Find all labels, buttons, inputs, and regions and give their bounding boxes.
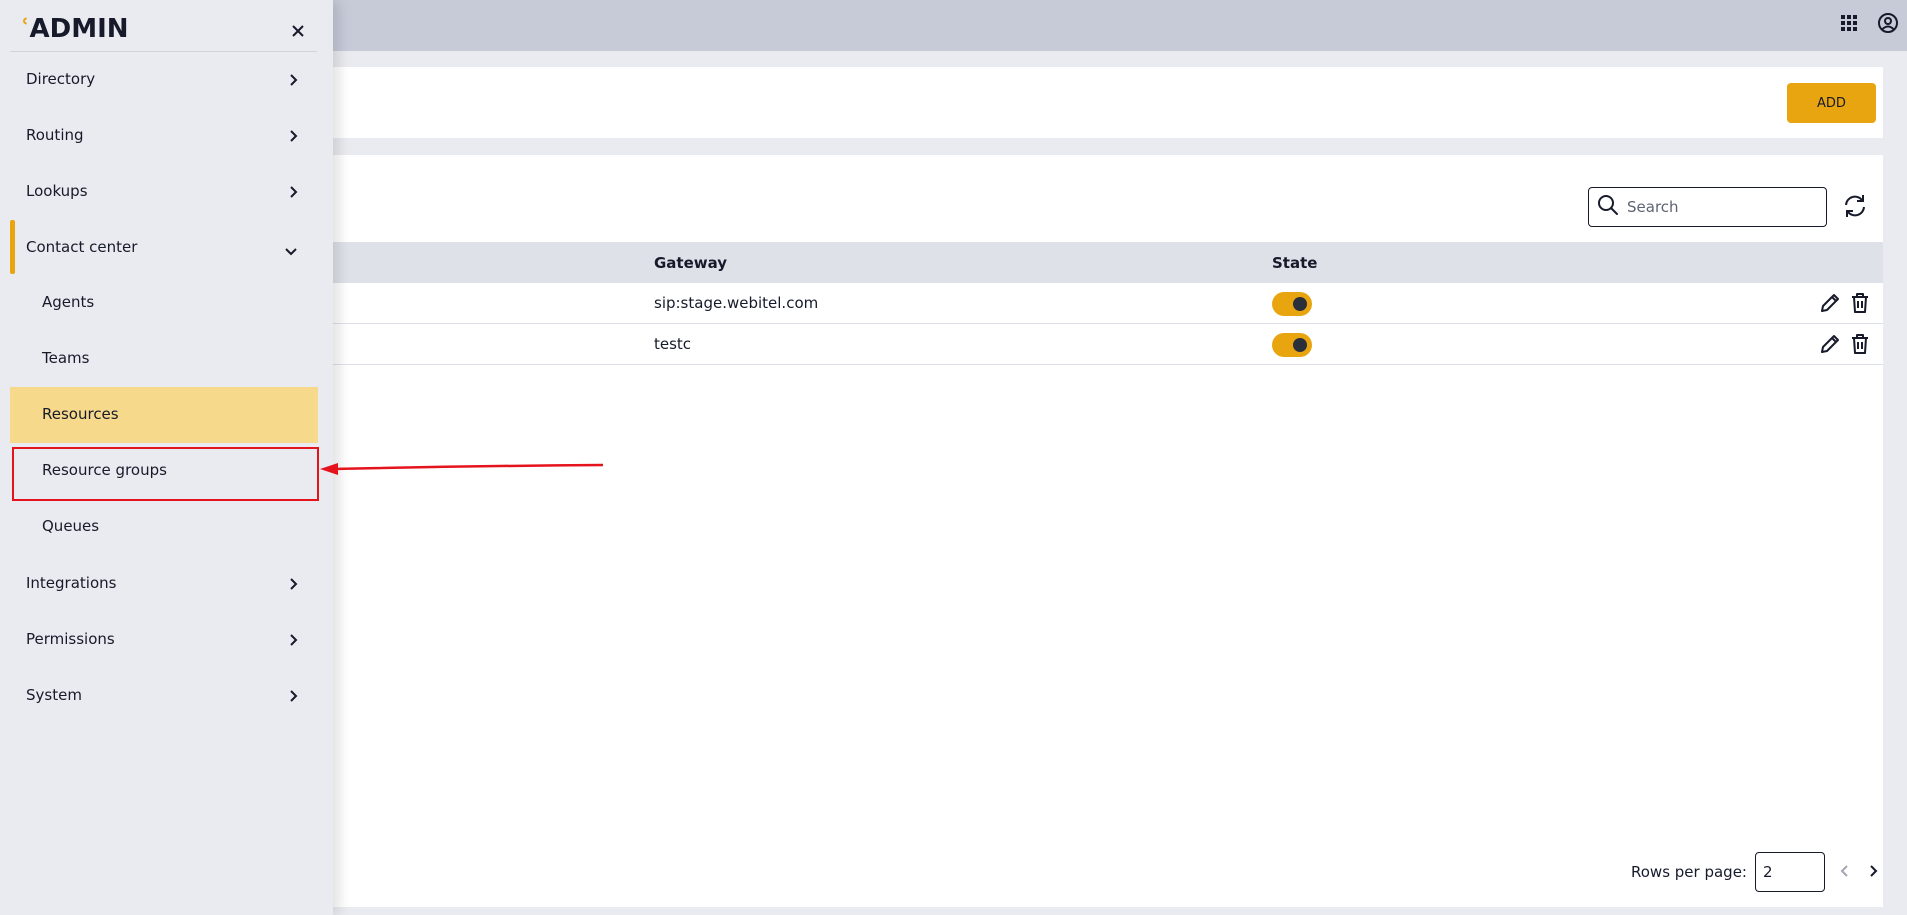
column-gateway[interactable]: Gateway xyxy=(654,254,727,272)
sidebar-item-label: Lookups xyxy=(26,182,88,200)
logo-mark: ʿ xyxy=(20,14,30,44)
sidebar-item-label: Integrations xyxy=(26,574,117,592)
actions-panel: ADD xyxy=(333,67,1883,138)
pagination: Rows per page: xyxy=(1631,852,1879,892)
chevron-left-icon[interactable] xyxy=(1839,863,1851,882)
rows-per-page-label: Rows per page: xyxy=(1631,863,1747,881)
sidebar-subitem-label: Queues xyxy=(42,517,100,535)
search-field[interactable] xyxy=(1588,187,1827,227)
sidebar-item-directory[interactable]: Directory xyxy=(10,51,318,107)
search-icon xyxy=(1597,194,1619,220)
toggle-knob xyxy=(1293,297,1307,311)
sidebar-item-contact-center[interactable]: Contact center xyxy=(10,219,318,275)
chevron-right-icon xyxy=(288,576,298,595)
column-state[interactable]: State xyxy=(1272,254,1317,272)
gateway-cell: testc xyxy=(654,335,692,353)
sidebar-item-routing[interactable]: Routing xyxy=(10,107,318,163)
add-button[interactable]: ADD xyxy=(1787,83,1876,123)
chevron-right-icon xyxy=(288,72,298,91)
search-input[interactable] xyxy=(1627,198,1807,216)
sidebar-item-label: Routing xyxy=(26,126,84,144)
annotation-highlight-box xyxy=(12,447,319,501)
sidebar-item-label: Directory xyxy=(26,70,96,88)
table-row[interactable]: testc xyxy=(333,324,1883,365)
sidebar-item-integrations[interactable]: Integrations xyxy=(10,555,318,611)
rows-per-page-input[interactable] xyxy=(1754,852,1825,892)
sidebar-subitem-label: Resources xyxy=(42,405,119,423)
sidebar-item-label: Contact center xyxy=(26,238,138,256)
close-icon[interactable] xyxy=(290,23,306,43)
sidebar-item-label: Permissions xyxy=(26,630,115,648)
grid-icon[interactable] xyxy=(1839,13,1859,33)
toggle-knob xyxy=(1293,338,1307,352)
delete-icon[interactable] xyxy=(1849,292,1871,314)
sidebar-item-lookups[interactable]: Lookups xyxy=(10,163,318,219)
chevron-right-icon[interactable] xyxy=(1867,863,1879,882)
sidebar-subitem-agents[interactable]: Agents xyxy=(10,275,318,331)
edit-icon[interactable] xyxy=(1819,292,1841,314)
sidebar-subitem-resources[interactable]: Resources xyxy=(10,387,318,443)
chevron-right-icon xyxy=(288,632,298,651)
chevron-right-icon xyxy=(288,184,298,203)
table-row[interactable]: sip:stage.webitel.com xyxy=(333,283,1883,324)
chevron-down-icon xyxy=(284,242,298,261)
gateway-cell: sip:stage.webitel.com xyxy=(654,294,819,312)
sidebar-subitem-queues[interactable]: Queues xyxy=(10,499,318,555)
logo[interactable]: ʿ ADMIN xyxy=(20,14,129,44)
table-header: Gateway State xyxy=(333,242,1883,283)
resources-table-card: Gateway State sip:stage.webitel.com test… xyxy=(333,155,1883,907)
refresh-icon[interactable] xyxy=(1842,193,1868,223)
logo-text: ADMIN xyxy=(29,14,129,44)
state-toggle[interactable] xyxy=(1272,292,1312,316)
edit-icon[interactable] xyxy=(1819,333,1841,355)
annotation-arrow xyxy=(320,463,604,475)
sidebar-item-system[interactable]: System xyxy=(10,667,318,723)
chevron-right-icon xyxy=(288,128,298,147)
sidebar-subitem-label: Teams xyxy=(42,349,90,367)
chevron-right-icon xyxy=(288,688,298,707)
sidebar-subitem-teams[interactable]: Teams xyxy=(10,331,318,387)
state-toggle[interactable] xyxy=(1272,333,1312,357)
sidebar-item-permissions[interactable]: Permissions xyxy=(10,611,318,667)
delete-icon[interactable] xyxy=(1849,333,1871,355)
sidebar-subitem-label: Agents xyxy=(42,293,95,311)
account-circle-icon[interactable] xyxy=(1877,12,1899,34)
sidebar-item-label: System xyxy=(26,686,82,704)
